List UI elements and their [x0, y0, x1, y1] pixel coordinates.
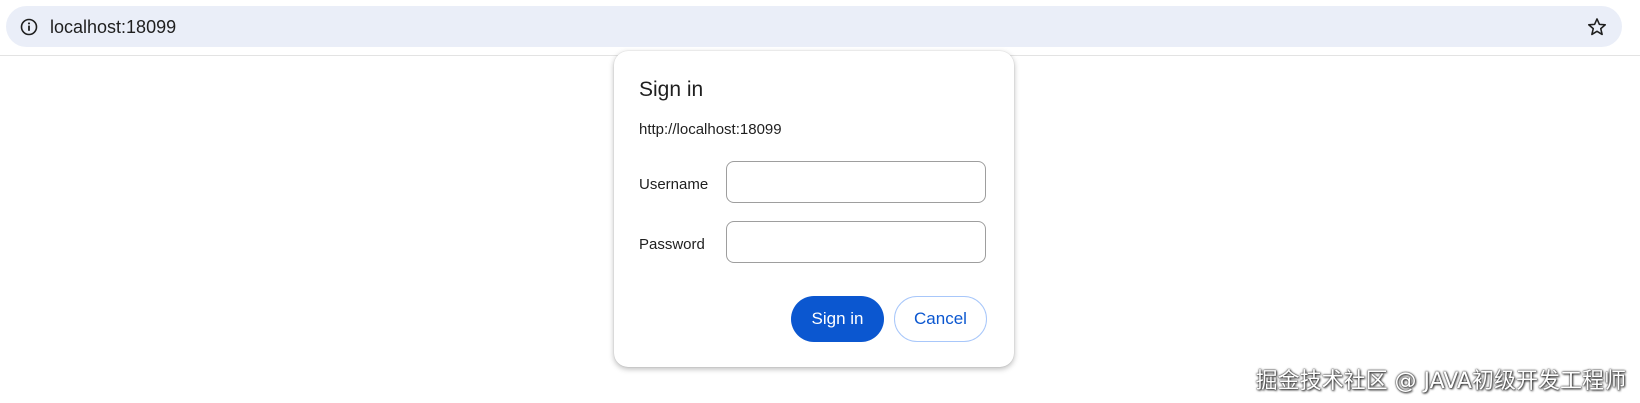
sign-in-button[interactable]: Sign in: [791, 296, 884, 342]
username-input[interactable]: [726, 161, 986, 203]
address-bar[interactable]: localhost:18099: [6, 6, 1622, 47]
sign-in-dialog: Sign in http://localhost:18099 Username …: [614, 51, 1014, 367]
bookmark-star-icon[interactable]: [1586, 16, 1608, 38]
browser-toolbar: localhost:18099: [0, 0, 1640, 56]
username-label: Username: [639, 176, 709, 193]
cancel-button[interactable]: Cancel: [894, 296, 987, 342]
browser-window: localhost:18099 Sign in http://localhost…: [0, 0, 1640, 403]
watermark-text: 掘金技术社区 @ JAVA初级开发工程师: [1255, 369, 1626, 394]
password-label: Password: [639, 236, 705, 253]
dialog-origin-url: http://localhost:18099: [639, 121, 782, 138]
info-icon[interactable]: [20, 18, 38, 36]
dialog-title: Sign in: [639, 78, 704, 101]
address-bar-url[interactable]: localhost:18099: [50, 16, 176, 38]
password-input[interactable]: [726, 221, 986, 263]
